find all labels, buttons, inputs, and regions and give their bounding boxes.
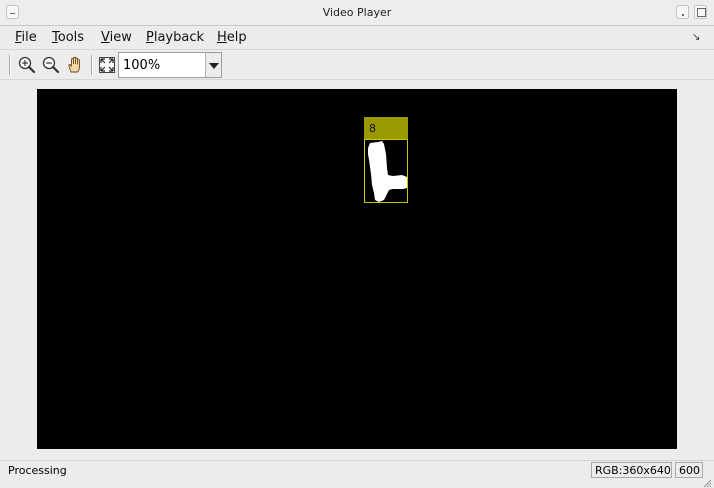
menu-help-mnemonic: H — [217, 30, 227, 45]
tracked-object-mask — [368, 141, 407, 202]
zoom-level-select[interactable]: 100% — [118, 52, 222, 78]
chevron-down-icon[interactable] — [205, 53, 221, 77]
zoom-level-value: 100% — [123, 58, 161, 73]
video-frame[interactable] — [37, 89, 677, 449]
track-id-label: 8 — [364, 117, 408, 140]
track-id-text: 8 — [369, 122, 376, 135]
menu-help-label: elp — [226, 30, 247, 45]
resize-grip-icon[interactable] — [703, 479, 712, 488]
menu-view-mnemonic: V — [101, 30, 110, 45]
menu-playback[interactable]: Playback — [146, 30, 204, 45]
menu-file-label: ile — [21, 30, 37, 45]
window-title: Video Player — [322, 6, 392, 19]
status-format: RGB:360x640 — [591, 462, 672, 478]
toolbar — [0, 50, 714, 80]
menu-view-label: iew — [109, 30, 132, 45]
menu-bar: File Tools View Playback Help ↘ — [0, 26, 714, 50]
toolbar-separator — [91, 55, 93, 75]
title-bar: Video Player — [0, 0, 714, 26]
status-frame-count: 600 — [675, 462, 703, 478]
track-bounding-box — [364, 139, 408, 203]
menu-tools[interactable]: Tools — [52, 30, 84, 45]
status-text: Processing — [8, 464, 67, 477]
menu-playback-mnemonic: P — [146, 30, 154, 45]
menu-tools-label: ools — [57, 30, 85, 45]
minimize-button[interactable] — [676, 5, 689, 19]
toolbar-grip-handle[interactable] — [9, 55, 11, 75]
status-bar: Processing RGB:360x640 600 — [0, 460, 714, 488]
whats-this-icon[interactable]: ↘ — [692, 32, 700, 43]
menu-playback-label: layback — [153, 30, 205, 45]
video-player-window: Video Player File Tools View Playback He… — [0, 0, 714, 488]
zoom-in-icon[interactable] — [17, 55, 37, 75]
menu-file[interactable]: File — [15, 30, 37, 45]
fit-to-window-icon[interactable] — [97, 55, 117, 75]
maximize-button[interactable] — [694, 5, 707, 19]
menu-help[interactable]: Help — [217, 30, 247, 45]
zoom-out-icon[interactable] — [41, 55, 61, 75]
pan-hand-icon[interactable] — [65, 55, 85, 75]
menu-view[interactable]: View — [101, 30, 132, 45]
